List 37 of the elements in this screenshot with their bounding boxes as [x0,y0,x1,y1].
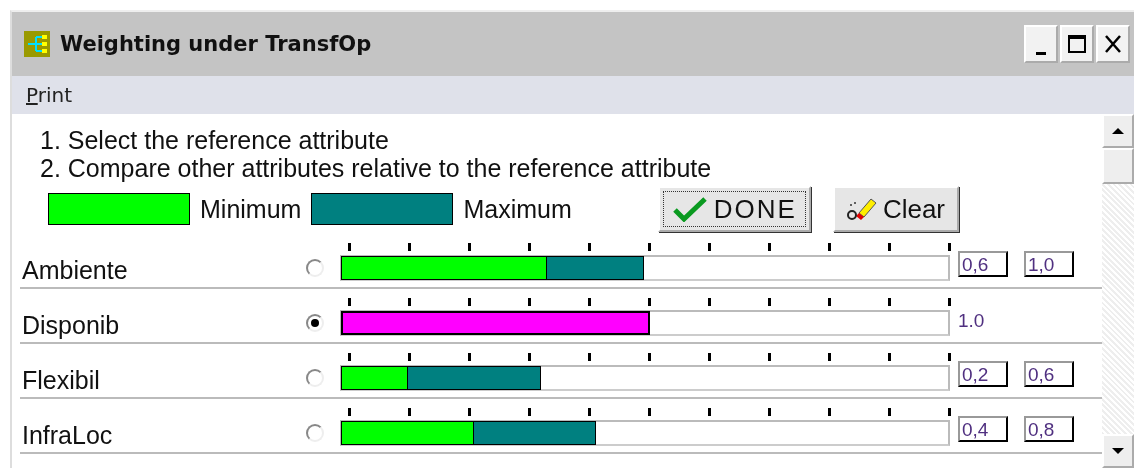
attribute-name: Ambiente [21,255,129,286]
close-button[interactable] [1096,25,1130,63]
maximize-button[interactable] [1060,25,1094,63]
menu-item[interactable]: Print [26,83,72,107]
scroll-down-button[interactable] [1102,434,1134,468]
radio-button[interactable] [306,314,324,332]
scroll-up-button[interactable] [1102,114,1134,148]
down-arrow-icon [1111,447,1125,455]
clear-button[interactable]: Clear [832,186,959,232]
maximize-icon [1067,33,1087,55]
radio-button[interactable] [306,424,324,442]
scrollbar[interactable] [1102,114,1134,468]
minimum-value-field[interactable]: 0,2 [958,361,1008,387]
scroll-thumb[interactable] [1102,148,1134,184]
minimize-icon [1036,51,1046,55]
up-arrow-icon [1111,127,1125,135]
attribute-name: Flexibil [21,365,101,396]
close-icon [1103,33,1123,55]
minimum-value-field[interactable]: 0,4 [958,416,1008,442]
instruction-text: 1. Select the reference attribute [40,126,390,154]
attribute-name: Disponib [21,310,121,341]
app-icon [24,31,50,57]
maximum-value-field[interactable]: 0,6 [1024,361,1074,387]
minimize-button[interactable] [1024,25,1058,63]
checkmark-icon [671,196,708,222]
legend-label: Minimum [200,194,302,224]
maximum-value-field[interactable]: 0,8 [1024,416,1074,442]
attribute-name: InfraLoc [21,420,114,451]
minimum-value-field[interactable]: 0,6 [958,251,1008,277]
done-button[interactable]: DONE [657,186,811,232]
reference-value: 1.0 [958,310,985,332]
window-title: Weighting under TransfOp [60,32,372,56]
maximum-value-field[interactable]: 1,0 [1024,251,1074,277]
radio-button[interactable] [306,369,324,387]
legend-label: Maximum [463,194,572,224]
radio-button[interactable] [306,259,324,277]
instruction-text: 2. Compare other attributes relative to the reference attribute [40,154,713,182]
